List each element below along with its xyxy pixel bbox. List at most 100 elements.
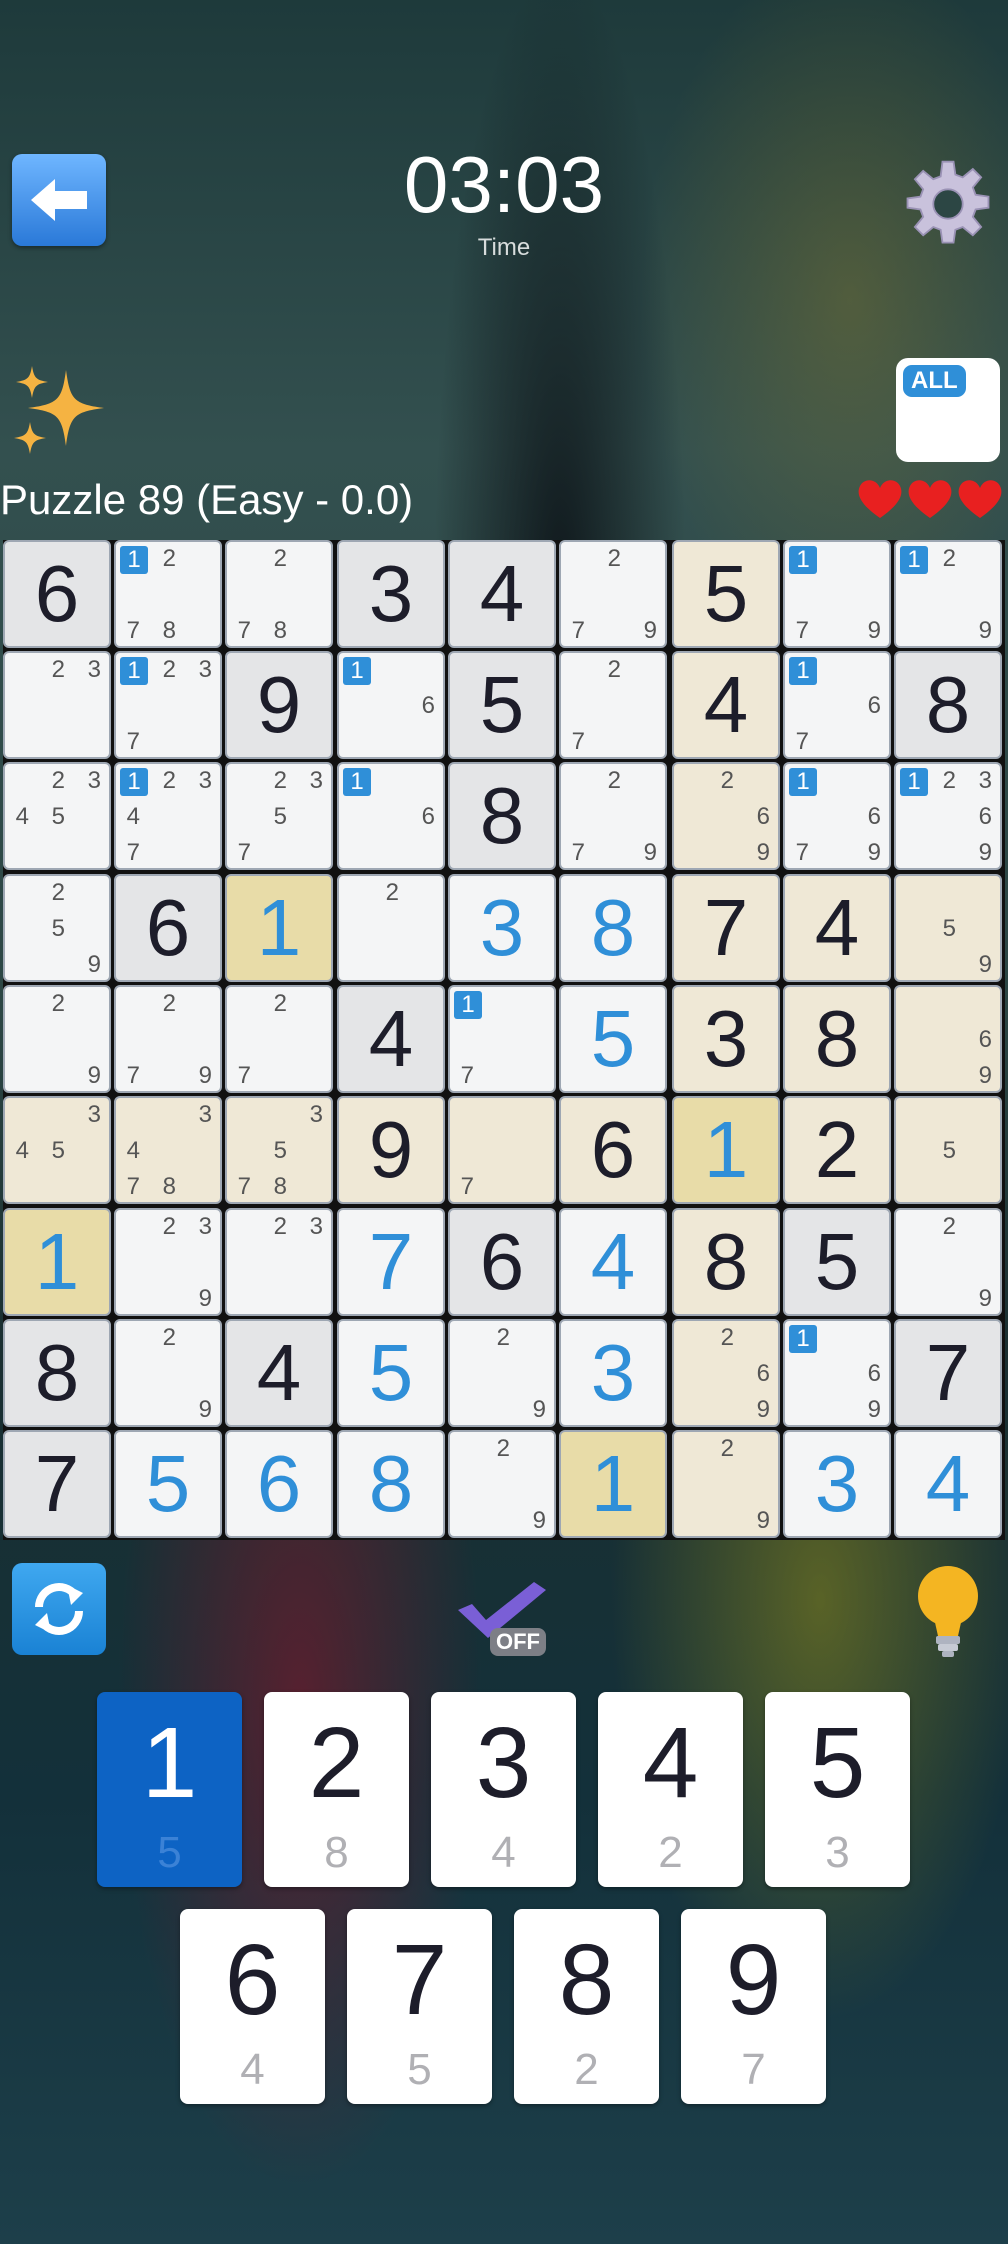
sudoku-cell[interactable]: 7: [894, 1319, 1002, 1427]
sudoku-cell[interactable]: 2: [783, 1096, 891, 1204]
sudoku-cell[interactable]: 7: [672, 874, 780, 982]
sudoku-cell[interactable]: 26 9: [672, 762, 780, 870]
sudoku-cell[interactable]: 5: [894, 1096, 1002, 1204]
sudoku-cell[interactable]: 123 7: [114, 651, 222, 759]
number-key-4[interactable]: 42: [598, 1692, 743, 1887]
sudoku-cell[interactable]: 3578: [225, 1096, 333, 1204]
number-key-2[interactable]: 28: [264, 1692, 409, 1887]
pencil-note: 2: [162, 767, 176, 795]
number-key-7[interactable]: 75: [347, 1909, 492, 2104]
sudoku-cell[interactable]: 5: [783, 1208, 891, 1316]
sudoku-cell[interactable]: 4: [672, 651, 780, 759]
sudoku-cell[interactable]: 8: [337, 1430, 445, 1538]
sudoku-cell[interactable]: 4: [448, 540, 556, 648]
sudoku-cell[interactable]: 7: [448, 1096, 556, 1204]
sudoku-cell[interactable]: 8: [448, 762, 556, 870]
sudoku-cell[interactable]: 6: [3, 540, 111, 648]
sudoku-cell[interactable]: 3: [448, 874, 556, 982]
sudoku-cell[interactable]: 3 4 78: [114, 1096, 222, 1204]
sudoku-cell[interactable]: 1: [225, 874, 333, 982]
sudoku-cell[interactable]: 1679: [783, 762, 891, 870]
pencil-note: 2: [162, 545, 176, 573]
sudoku-cell[interactable]: 4: [559, 1208, 667, 1316]
hint-button[interactable]: [912, 1560, 984, 1660]
number-key-5[interactable]: 53: [765, 1692, 910, 1887]
sudoku-cell[interactable]: 2 7 9: [559, 762, 667, 870]
number-key-9[interactable]: 97: [681, 1909, 826, 2104]
sudoku-cell[interactable]: 6: [559, 1096, 667, 1204]
sudoku-cell[interactable]: 12 9: [894, 540, 1002, 648]
restart-button[interactable]: [12, 1563, 106, 1655]
sudoku-cell[interactable]: 23: [225, 1208, 333, 1316]
sudoku-cell[interactable]: 3: [672, 985, 780, 1093]
sudoku-cell[interactable]: 23: [3, 651, 111, 759]
sudoku-cell[interactable]: 5: [559, 985, 667, 1093]
sudoku-cell[interactable]: 2 7 9: [559, 540, 667, 648]
sudoku-cell[interactable]: 9: [225, 651, 333, 759]
sudoku-cell[interactable]: 8: [672, 1208, 780, 1316]
sudoku-cell[interactable]: 9: [337, 1096, 445, 1204]
sudoku-cell[interactable]: 123 4 7: [114, 762, 222, 870]
sudoku-cell[interactable]: 4: [894, 1430, 1002, 1538]
all-notes-button[interactable]: ALL: [896, 358, 1000, 462]
sudoku-cell[interactable]: 23 45: [3, 762, 111, 870]
sudoku-cell[interactable]: 123 6 9: [894, 762, 1002, 870]
sudoku-cell[interactable]: 1: [3, 1208, 111, 1316]
sudoku-cell[interactable]: 1: [559, 1430, 667, 1538]
sudoku-cell[interactable]: 23 9: [114, 1208, 222, 1316]
sudoku-cell[interactable]: 5: [448, 651, 556, 759]
sudoku-cell[interactable]: 16: [337, 651, 445, 759]
number-key-1[interactable]: 15: [97, 1692, 242, 1887]
sudoku-cell[interactable]: 8: [783, 985, 891, 1093]
sudoku-cell[interactable]: 3: [783, 1430, 891, 1538]
sudoku-cell[interactable]: 6: [225, 1430, 333, 1538]
auto-check-toggle[interactable]: OFF: [454, 1580, 554, 1660]
sudoku-cell[interactable]: 26 9: [672, 1319, 780, 1427]
sudoku-cell[interactable]: 29: [114, 1319, 222, 1427]
sudoku-cell[interactable]: 1: [672, 1096, 780, 1204]
magic-hint-button[interactable]: [8, 360, 112, 464]
sudoku-cell[interactable]: 59: [894, 874, 1002, 982]
sudoku-cell[interactable]: 29: [3, 985, 111, 1093]
sudoku-cell[interactable]: 2: [337, 874, 445, 982]
sudoku-cell[interactable]: 29: [894, 1208, 1002, 1316]
sudoku-cell[interactable]: 29: [672, 1430, 780, 1538]
sudoku-cell[interactable]: 6: [114, 874, 222, 982]
sudoku-cell[interactable]: 3 45: [3, 1096, 111, 1204]
sudoku-cell[interactable]: 5: [337, 1319, 445, 1427]
sudoku-cell[interactable]: 16: [337, 762, 445, 870]
sudoku-cell[interactable]: 27: [559, 651, 667, 759]
sudoku-cell[interactable]: 8: [894, 651, 1002, 759]
sudoku-cell[interactable]: 12 78: [114, 540, 222, 648]
number-key-8[interactable]: 82: [514, 1909, 659, 2104]
sudoku-cell[interactable]: 1 6 7: [783, 651, 891, 759]
sudoku-cell[interactable]: 4: [337, 985, 445, 1093]
number-key-6[interactable]: 64: [180, 1909, 325, 2104]
sudoku-cell[interactable]: 29: [448, 1430, 556, 1538]
pencil-note: 2: [162, 990, 176, 1018]
sudoku-cell[interactable]: 3: [337, 540, 445, 648]
sudoku-cell[interactable]: 3: [559, 1319, 667, 1427]
sudoku-cell[interactable]: 5: [672, 540, 780, 648]
sudoku-cell[interactable]: 2 7 9: [114, 985, 222, 1093]
sudoku-cell[interactable]: 2357: [225, 762, 333, 870]
sudoku-cell[interactable]: 1 6 9: [783, 1319, 891, 1427]
sudoku-cell[interactable]: 8: [559, 874, 667, 982]
sudoku-cell[interactable]: 1 7 9: [783, 540, 891, 648]
sudoku-cell[interactable]: 69: [894, 985, 1002, 1093]
sudoku-cell[interactable]: 29: [448, 1319, 556, 1427]
sudoku-cell[interactable]: 7: [3, 1430, 111, 1538]
sudoku-cell[interactable]: 7: [337, 1208, 445, 1316]
sudoku-cell[interactable]: 4: [225, 1319, 333, 1427]
sudoku-cell[interactable]: 4: [783, 874, 891, 982]
number-key-3[interactable]: 34: [431, 1692, 576, 1887]
settings-button[interactable]: [900, 156, 996, 252]
sudoku-cell[interactable]: 2 78: [225, 540, 333, 648]
sudoku-cell[interactable]: 27: [225, 985, 333, 1093]
sudoku-cell[interactable]: 2 59: [3, 874, 111, 982]
sudoku-cell[interactable]: 6: [448, 1208, 556, 1316]
sudoku-cell[interactable]: 5: [114, 1430, 222, 1538]
sudoku-cell[interactable]: 17: [448, 985, 556, 1093]
pencil-note: 9: [978, 1285, 992, 1313]
sudoku-cell[interactable]: 8: [3, 1319, 111, 1427]
